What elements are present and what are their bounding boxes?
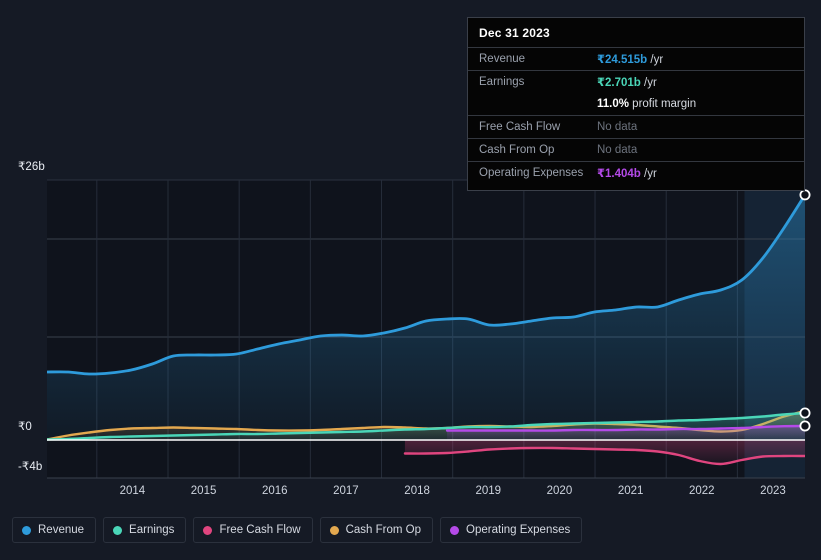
tooltip-value: ₹2.701b /yr [597, 77, 657, 89]
legend-item-earnings[interactable]: Earnings [103, 517, 187, 543]
tooltip-value: No data [597, 121, 638, 133]
y-axis-zero-label: ₹0 [18, 421, 32, 433]
x-axis-label-2014: 2014 [119, 485, 146, 497]
y-axis-top-label: ₹26b [18, 161, 45, 173]
legend-label: Revenue [38, 524, 85, 536]
legend-label: Operating Expenses [466, 524, 571, 536]
tooltip-key: Free Cash Flow [479, 121, 561, 133]
end-marker-revenue [799, 189, 811, 201]
legend-item-operating-expenses[interactable]: Operating Expenses [440, 517, 583, 543]
legend-item-free-cash-flow[interactable]: Free Cash Flow [193, 517, 313, 543]
tooltip-row-earnings: Earnings ₹2.701b /yr [468, 70, 804, 93]
x-axis-label-2020: 2020 [546, 485, 573, 497]
tooltip-profit-margin-value: 11.0% profit margin [597, 98, 697, 110]
tooltip-key: Operating Expenses [479, 167, 584, 179]
tooltip-row-operating-expenses: Operating Expenses ₹1.404b /yr [468, 161, 804, 184]
x-axis-label-2016: 2016 [261, 485, 288, 497]
legend-label: Cash From Op [345, 524, 422, 536]
y-axis-bottom-label: -₹4b [18, 461, 43, 473]
tooltip-value: ₹1.404b /yr [597, 168, 657, 180]
tooltip-value: ₹24.515b /yr [597, 54, 664, 66]
x-axis-label-2017: 2017 [333, 485, 359, 497]
x-axis-label-2022: 2022 [689, 485, 715, 497]
x-axis-label-2018: 2018 [404, 485, 430, 497]
legend-color-dot-icon [22, 525, 31, 535]
tooltip-row-free-cash-flow: Free Cash Flow No data [468, 115, 804, 138]
end-marker-operating-expenses [799, 420, 811, 432]
legend-label: Free Cash Flow [219, 524, 301, 536]
tooltip-value: No data [597, 144, 638, 156]
tooltip-key: Cash From Op [479, 144, 555, 156]
x-axis-label-2021: 2021 [617, 485, 644, 497]
legend-color-dot-icon [450, 525, 460, 535]
x-axis-label-2023: 2023 [760, 485, 786, 497]
x-axis-label-2015: 2015 [190, 485, 217, 497]
x-axis-label-2019: 2019 [475, 485, 502, 497]
chart-legend[interactable]: Revenue Earnings Free Cash Flow Cash From O… [12, 517, 583, 543]
financial-chart-screenshot: ₹26b ₹0 -₹4b 2014 2015 2016 2017 2018 2019 202… [0, 0, 821, 560]
legend-label: Earnings [129, 524, 175, 536]
tooltip-row-revenue: Revenue ₹24.515b /yr [468, 47, 804, 70]
legend-color-dot-icon [203, 525, 213, 535]
tooltip-key: Earnings [479, 76, 525, 88]
chart-tooltip: Dec 31 2023 Revenue ₹24.515b /yr Earnings ₹… [467, 17, 805, 191]
tooltip-row-profit-margin: 11.0% profit margin [468, 93, 804, 115]
end-marker-earnings [799, 407, 811, 419]
legend-item-cash-from-op[interactable]: Cash From Op [319, 517, 434, 543]
legend-color-dot-icon [329, 525, 339, 535]
legend-item-revenue[interactable]: Revenue [12, 517, 97, 543]
legend-color-dot-icon [113, 525, 123, 535]
tooltip-key: Revenue [479, 53, 526, 65]
tooltip-row-cash-from-op: Cash From Op No data [468, 138, 804, 161]
tooltip-date: Dec 31 2023 [479, 26, 550, 40]
tooltip-rows: Revenue ₹24.515b /yr Earnings ₹2.701b /yr 11… [468, 47, 804, 184]
